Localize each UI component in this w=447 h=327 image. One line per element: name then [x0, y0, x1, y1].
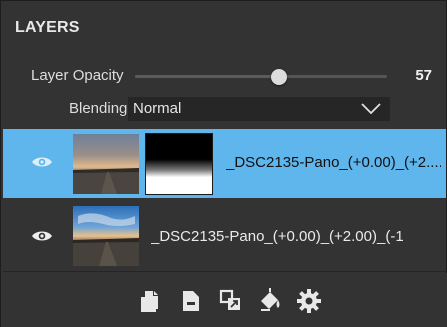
layers-panel: LAYERS Layer Opacity 57 Blending Normal: [0, 0, 447, 327]
slider-thumb[interactable]: [270, 69, 287, 85]
layer-opacity-value[interactable]: 57: [415, 67, 432, 84]
layer-thumbnail: [73, 134, 139, 194]
layer-mask-thumbnail[interactable]: [145, 133, 213, 195]
gear-icon[interactable]: [296, 288, 322, 314]
merge-layers-icon[interactable]: [218, 288, 244, 314]
eye-icon[interactable]: [31, 229, 53, 248]
layer-row[interactable]: _DSC2135-Pano_(+0.00)_(+2.00)_(-1: [3, 200, 446, 272]
eye-icon[interactable]: [31, 155, 53, 174]
layer-opacity-label: Layer Opacity: [31, 67, 124, 84]
layer-name: _DSC2135-Pano_(+0.00)_(+2....: [226, 154, 441, 171]
slider-fill: [135, 75, 279, 78]
fill-bucket-icon[interactable]: [257, 288, 283, 314]
layer-thumbnail: [73, 206, 139, 266]
new-layer-icon[interactable]: [138, 288, 164, 314]
duplicate-layer-icon[interactable]: [178, 288, 204, 314]
layers-toolbar: [1, 273, 447, 327]
blending-select-value: Normal: [133, 100, 182, 117]
panel-title: LAYERS: [15, 19, 80, 36]
layer-row-selected[interactable]: _DSC2135-Pano_(+0.00)_(+2....: [3, 129, 446, 198]
chevron-down-icon: [360, 100, 382, 121]
blending-select[interactable]: Normal: [128, 97, 390, 121]
blending-label: Blending: [69, 100, 128, 117]
layer-name: _DSC2135-Pano_(+0.00)_(+2.00)_(-1: [151, 228, 404, 245]
blending-row: Blending Normal: [1, 97, 447, 121]
layer-opacity-slider[interactable]: [135, 69, 387, 85]
layer-opacity-row: Layer Opacity 57: [1, 65, 447, 87]
